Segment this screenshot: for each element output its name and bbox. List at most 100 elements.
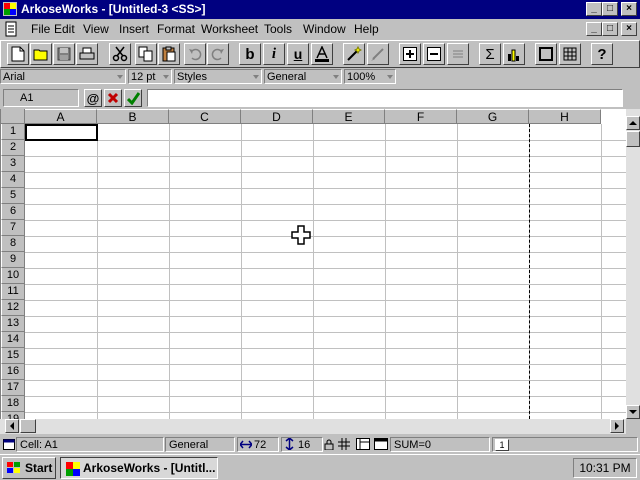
menu-file[interactable]: File xyxy=(31,22,50,36)
confirm-entry-button[interactable] xyxy=(124,89,142,107)
horizontal-scrollbar[interactable] xyxy=(0,419,626,434)
row-header-11[interactable]: 11 xyxy=(1,284,25,300)
active-cell[interactable] xyxy=(25,124,98,141)
menu-insert[interactable]: Insert xyxy=(119,22,149,36)
doc-restore-button[interactable]: □ xyxy=(602,22,618,36)
row-header-7[interactable]: 7 xyxy=(1,220,25,236)
row-header-6[interactable]: 6 xyxy=(1,204,25,220)
menu-view[interactable]: View xyxy=(83,22,109,36)
header-footer-icon[interactable] xyxy=(374,438,388,450)
formula-input[interactable] xyxy=(147,89,623,107)
row-header-16[interactable]: 16 xyxy=(1,364,25,380)
menu-edit[interactable]: Edit xyxy=(54,22,75,36)
row-header-10[interactable]: 10 xyxy=(1,268,25,284)
font-size-select[interactable]: 12 pt xyxy=(128,69,172,84)
menu-help[interactable]: Help xyxy=(354,22,379,36)
lock-icon[interactable] xyxy=(324,439,334,450)
scroll-left-button[interactable] xyxy=(5,419,19,433)
column-header-c[interactable]: C xyxy=(169,109,241,124)
undo-button[interactable] xyxy=(184,43,206,65)
function-at-button[interactable]: @ xyxy=(84,89,102,107)
column-header-h[interactable]: H xyxy=(529,109,601,124)
row-header-3[interactable]: 3 xyxy=(1,156,25,172)
vertical-scrollbar[interactable] xyxy=(626,109,640,419)
cancel-entry-button[interactable] xyxy=(104,89,122,107)
row-header-9[interactable]: 9 xyxy=(1,252,25,268)
task-button-arkoseworks[interactable]: ArkoseWorks - [Untitl... xyxy=(60,457,218,479)
open-button[interactable] xyxy=(30,43,52,65)
save-button[interactable] xyxy=(53,43,75,65)
horizontal-scroll-thumb[interactable] xyxy=(20,419,36,433)
fill-button[interactable] xyxy=(447,43,469,65)
row-header-13[interactable]: 13 xyxy=(1,316,25,332)
italic-button[interactable]: i xyxy=(263,43,285,65)
row-header-1[interactable]: 1 xyxy=(1,124,25,140)
row-header-8[interactable]: 8 xyxy=(1,236,25,252)
row-header-2[interactable]: 2 xyxy=(1,140,25,156)
bold-button[interactable]: b xyxy=(239,43,261,65)
row-header-15[interactable]: 15 xyxy=(1,348,25,364)
zoom-dropdown-icon[interactable] xyxy=(387,75,393,79)
row-header-12[interactable]: 12 xyxy=(1,300,25,316)
row-header-17[interactable]: 17 xyxy=(1,380,25,396)
column-header-g[interactable]: G xyxy=(457,109,529,124)
maximize-button[interactable]: □ xyxy=(602,2,618,16)
font-color-button[interactable] xyxy=(311,43,333,65)
scroll-right-button[interactable] xyxy=(610,419,624,433)
menu-format[interactable]: Format xyxy=(157,22,195,36)
font-size-dropdown-icon[interactable] xyxy=(163,75,169,79)
column-header-f[interactable]: F xyxy=(385,109,457,124)
doc-minimize-button[interactable]: _ xyxy=(586,22,602,36)
cut-button[interactable] xyxy=(109,43,131,65)
app-icon[interactable] xyxy=(2,1,18,17)
scroll-up-button[interactable] xyxy=(626,116,640,130)
chart-button[interactable] xyxy=(503,43,525,65)
row-header-18[interactable]: 18 xyxy=(1,396,25,412)
font-name-select[interactable]: Arial xyxy=(0,69,126,84)
system-tray-clock[interactable]: 10:31 PM xyxy=(573,458,637,478)
number-format-dropdown-icon[interactable] xyxy=(333,75,339,79)
new-button[interactable] xyxy=(7,43,29,65)
insert-row-button[interactable] xyxy=(399,43,421,65)
underline-button[interactable]: u xyxy=(287,43,309,65)
hash-grid-icon[interactable] xyxy=(338,438,350,450)
autosum-button[interactable]: Σ xyxy=(479,43,501,65)
number-format-select[interactable]: General xyxy=(264,69,342,84)
close-button[interactable]: × xyxy=(621,2,637,16)
title-bar[interactable]: ArkoseWorks - [Untitled-3 <SS>] _ □ × xyxy=(0,0,640,19)
format-painter-button[interactable] xyxy=(367,43,389,65)
paste-button[interactable] xyxy=(158,43,180,65)
print-button[interactable] xyxy=(76,43,98,65)
column-header-d[interactable]: D xyxy=(241,109,313,124)
delete-row-button[interactable] xyxy=(423,43,445,65)
row-header-19[interactable]: 19 xyxy=(1,412,25,419)
cell-reference-box[interactable]: A1 xyxy=(3,89,79,107)
style-select[interactable]: Styles xyxy=(174,69,262,84)
row-header-14[interactable]: 14 xyxy=(1,332,25,348)
style-dropdown-icon[interactable] xyxy=(253,75,259,79)
spreadsheet-grid[interactable]: ABCDEFGH 1 2 3 4 5 6 7 8 9 10 11 12 13 14 15 16 17 18 19 xyxy=(0,109,626,419)
minimize-button[interactable]: _ xyxy=(586,2,602,16)
help-button[interactable]: ? xyxy=(591,43,613,65)
page-layout-icon[interactable] xyxy=(356,438,370,450)
scroll-down-button[interactable] xyxy=(626,405,640,419)
menu-tools[interactable]: Tools xyxy=(264,22,292,36)
column-header-e[interactable]: E xyxy=(313,109,385,124)
column-header-a[interactable]: A xyxy=(25,109,97,124)
gridlines-button[interactable] xyxy=(559,43,581,65)
sheet-tab-1[interactable]: 1 xyxy=(495,439,509,451)
column-header-b[interactable]: B xyxy=(97,109,169,124)
row-header-4[interactable]: 4 xyxy=(1,172,25,188)
vertical-scroll-thumb[interactable] xyxy=(626,131,640,147)
select-all-corner[interactable] xyxy=(1,109,25,124)
row-header-5[interactable]: 5 xyxy=(1,188,25,204)
zoom-select[interactable]: 100% xyxy=(344,69,396,84)
border-button[interactable] xyxy=(535,43,557,65)
menu-worksheet[interactable]: Worksheet xyxy=(201,22,258,36)
copy-button[interactable] xyxy=(135,43,157,65)
redo-button[interactable] xyxy=(207,43,229,65)
doc-close-button[interactable]: × xyxy=(621,22,637,36)
chart-wizard-button[interactable] xyxy=(343,43,365,65)
menu-window[interactable]: Window xyxy=(303,22,346,36)
font-name-dropdown-icon[interactable] xyxy=(117,75,123,79)
